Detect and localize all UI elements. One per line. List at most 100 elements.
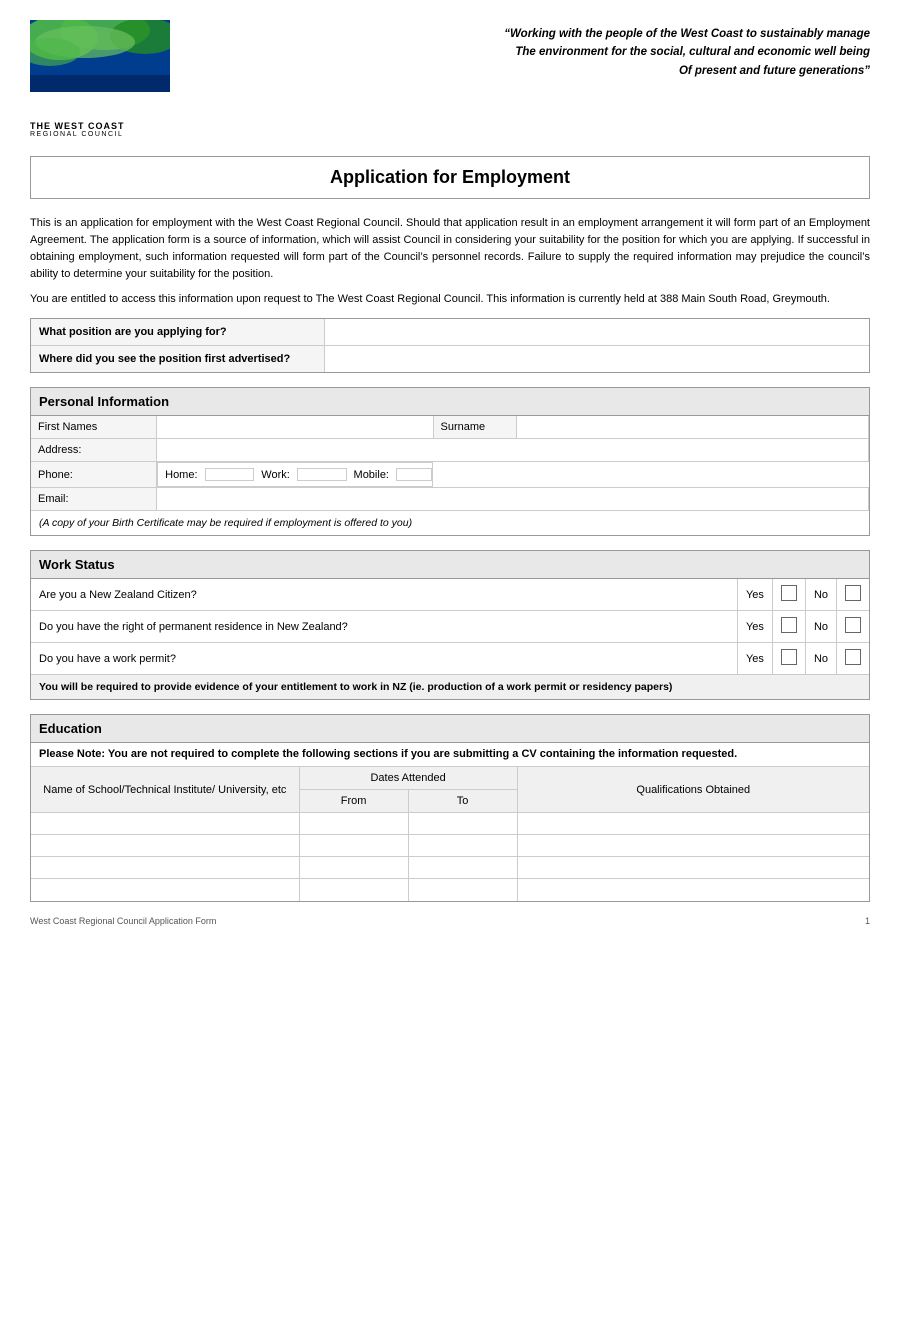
surname-value[interactable] [517, 416, 869, 439]
work-status-section: Work Status Are you a New Zealand Citize… [30, 550, 870, 700]
checkbox[interactable] [781, 585, 797, 601]
school-cell[interactable] [31, 857, 299, 879]
footer-right: 1 [865, 916, 870, 926]
from-cell[interactable] [299, 857, 408, 879]
work-value[interactable] [297, 469, 346, 481]
logo-title: THE WEST COAST [30, 121, 190, 131]
yes-checkbox-3[interactable] [772, 643, 805, 675]
title-box: Application for Employment [30, 156, 870, 199]
mobile-value[interactable] [397, 469, 432, 481]
work-status-table: Are you a New Zealand Citizen? Yes No Do… [31, 579, 869, 699]
yes-label-1: Yes [737, 579, 772, 611]
advertised-label: Where did you see the position first adv… [31, 346, 324, 373]
table-row: (A copy of your Birth Certificate may be… [31, 511, 869, 536]
phone-row: Home: Work: Mobile: [157, 462, 433, 487]
page-title: Application for Employment [41, 167, 859, 188]
address-value[interactable] [157, 439, 869, 462]
school-col-header: Name of School/Technical Institute/ Univ… [31, 767, 299, 813]
education-section: Education Please Note: You are not requi… [30, 714, 870, 902]
checkbox[interactable] [781, 617, 797, 633]
to-cell[interactable] [408, 857, 517, 879]
yes-checkbox-1[interactable] [772, 579, 805, 611]
table-row [31, 813, 869, 835]
to-cell[interactable] [408, 813, 517, 835]
no-checkbox-1[interactable] [837, 579, 870, 611]
from-col-header: From [299, 790, 408, 813]
to-cell[interactable] [408, 879, 517, 901]
address-label: Address: [31, 439, 157, 462]
page-footer: West Coast Regional Council Application … [30, 916, 870, 926]
permanent-residence-question: Do you have the right of permanent resid… [31, 611, 737, 643]
table-row [31, 835, 869, 857]
work-permit-question: Do you have a work permit? [31, 643, 737, 675]
logo-subtitle: REGIONAL COUNCIL [30, 131, 190, 138]
table-row [31, 857, 869, 879]
surname-label: Surname [433, 416, 517, 439]
to-cell[interactable] [408, 835, 517, 857]
position-label: What position are you applying for? [31, 319, 324, 346]
table-row: Home: Work: Mobile: [158, 469, 431, 481]
education-header: Education [31, 715, 869, 743]
qual-cell[interactable] [517, 813, 869, 835]
home-value[interactable] [205, 469, 254, 481]
checkbox[interactable] [781, 649, 797, 665]
school-cell[interactable] [31, 879, 299, 901]
work-status-note: You will be required to provide evidence… [31, 675, 869, 700]
no-label-1: No [805, 579, 836, 611]
footer-left: West Coast Regional Council Application … [30, 916, 216, 926]
qual-cell[interactable] [517, 879, 869, 901]
no-checkbox-3[interactable] [837, 643, 870, 675]
qual-cell[interactable] [517, 835, 869, 857]
logo-svg [30, 20, 170, 115]
yes-checkbox-2[interactable] [772, 611, 805, 643]
first-names-label: First Names [31, 416, 157, 439]
from-cell[interactable] [299, 813, 408, 835]
table-row: Do you have a work permit? Yes No [31, 643, 869, 675]
work-label: Work: [254, 469, 298, 481]
yes-label-2: Yes [737, 611, 772, 643]
tagline: “Working with the people of the West Coa… [190, 20, 870, 80]
email-value[interactable] [157, 488, 869, 511]
intro-text: This is an application for employment wi… [30, 215, 870, 308]
phone-inner-table: Home: Work: Mobile: [158, 468, 432, 481]
table-row: Email: [31, 488, 869, 511]
tagline-line1: “Working with the people of the West Coa… [190, 25, 870, 43]
school-cell[interactable] [31, 835, 299, 857]
table-row [31, 879, 869, 901]
table-row: Phone: Home: Work: Mobile: [31, 462, 869, 488]
position-section: What position are you applying for? Wher… [30, 318, 870, 373]
home-label: Home: [158, 469, 205, 481]
nz-citizen-question: Are you a New Zealand Citizen? [31, 579, 737, 611]
education-table-body [31, 813, 869, 901]
no-checkbox-2[interactable] [837, 611, 870, 643]
checkbox[interactable] [845, 617, 861, 633]
intro-para2: You are entitled to access this informat… [30, 291, 870, 308]
personal-table: First Names Surname Address: Phone: Home… [31, 416, 869, 535]
email-label: Email: [31, 488, 157, 511]
no-label-2: No [805, 611, 836, 643]
page-header: THE WEST COAST REGIONAL COUNCIL “Working… [30, 20, 870, 138]
from-cell[interactable] [299, 835, 408, 857]
no-label-3: No [805, 643, 836, 675]
birth-note: (A copy of your Birth Certificate may be… [31, 511, 869, 536]
education-note: Please Note: You are not required to com… [31, 743, 869, 767]
education-table: Name of School/Technical Institute/ Univ… [31, 767, 869, 901]
yes-label-3: Yes [737, 643, 772, 675]
intro-para1: This is an application for employment wi… [30, 215, 870, 283]
position-table: What position are you applying for? Wher… [31, 319, 869, 372]
from-cell[interactable] [299, 879, 408, 901]
qual-cell[interactable] [517, 857, 869, 879]
school-cell[interactable] [31, 813, 299, 835]
logo-area: THE WEST COAST REGIONAL COUNCIL [30, 20, 190, 138]
header-row-1: Name of School/Technical Institute/ Univ… [31, 767, 869, 790]
personal-section: Personal Information First Names Surname… [30, 387, 870, 536]
checkbox[interactable] [845, 649, 861, 665]
qual-col-header: Qualifications Obtained [517, 767, 869, 813]
table-row: Do you have the right of permanent resid… [31, 611, 869, 643]
checkbox[interactable] [845, 585, 861, 601]
note-row: You will be required to provide evidence… [31, 675, 869, 700]
position-value[interactable] [324, 319, 869, 346]
advertised-value[interactable] [324, 346, 869, 373]
first-names-value[interactable] [157, 416, 433, 439]
logo [30, 20, 170, 115]
